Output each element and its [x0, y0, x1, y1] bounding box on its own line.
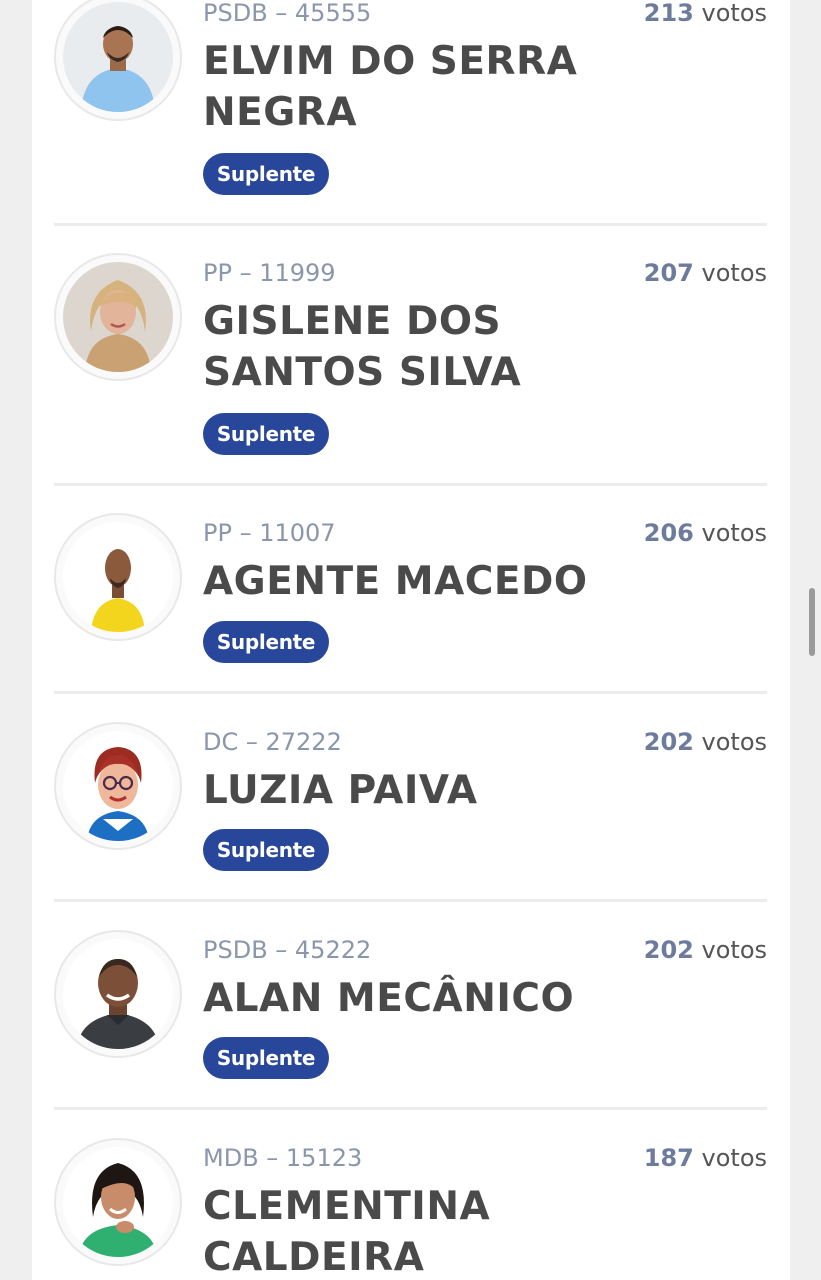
- candidate-votes: 187 votos: [644, 1143, 767, 1173]
- status-badge: Suplente: [203, 621, 329, 663]
- candidate-photo: [63, 1147, 173, 1257]
- divider: [54, 691, 767, 694]
- candidate-name: ELVIM DO SERRA NEGRA: [203, 39, 578, 135]
- candidate-party: MDB – 15123: [203, 1144, 363, 1172]
- candidate-card[interactable]: PSDB – 45555 213 votos ELVIM DO SERRA NE…: [54, 0, 767, 198]
- vote-count: 213: [643, 0, 694, 27]
- candidate-party: DC – 27222: [203, 728, 342, 756]
- candidate-photo: [63, 939, 173, 1049]
- vote-unit: votos: [701, 0, 767, 27]
- status-badge: Suplente: [203, 1037, 329, 1079]
- candidate-avatar-ring: [54, 1138, 182, 1266]
- vote-count: 207: [643, 259, 694, 287]
- candidate-votes: 202 votos: [644, 727, 767, 757]
- candidate-card[interactable]: PSDB – 45222 202 votos ALAN MECÂNICO Sup…: [54, 930, 767, 1085]
- candidate-photo: [63, 731, 173, 841]
- vote-count: 202: [643, 728, 694, 756]
- candidate-name: GISLENE DOS SANTOS SILVA: [203, 299, 522, 395]
- vote-count: 187: [643, 1144, 694, 1172]
- candidate-avatar-ring: [54, 0, 182, 121]
- candidate-name: ALAN MECÂNICO: [203, 976, 575, 1021]
- vote-count: 206: [643, 519, 694, 547]
- candidate-photo: [63, 262, 173, 372]
- candidate-party: PSDB – 45222: [203, 936, 372, 964]
- vote-count: 202: [643, 936, 694, 964]
- candidate-avatar-ring: [54, 722, 182, 850]
- candidate-name: LUZIA PAIVA: [203, 768, 478, 813]
- status-badge: Suplente: [203, 153, 329, 195]
- candidate-name: CLEMENTINA CALDEIRA: [203, 1184, 491, 1280]
- divider: [54, 223, 767, 226]
- candidate-avatar-ring: [54, 253, 182, 381]
- candidate-card[interactable]: MDB – 15123 187 votos CLEMENTINA CALDEIR…: [54, 1138, 767, 1280]
- scrollbar-thumb[interactable]: [809, 588, 815, 656]
- candidate-photo: [63, 2, 173, 112]
- divider: [54, 899, 767, 902]
- status-badge: Suplente: [203, 413, 329, 455]
- candidate-card[interactable]: PP – 11999 207 votos GISLENE DOS SANTOS …: [54, 253, 767, 458]
- divider: [54, 483, 767, 486]
- candidate-avatar-ring: [54, 930, 182, 1058]
- vote-unit: votos: [701, 936, 767, 964]
- candidate-votes: 206 votos: [644, 518, 767, 548]
- vote-unit: votos: [701, 259, 767, 287]
- candidate-card[interactable]: DC – 27222 202 votos LUZIA PAIVA Suplent…: [54, 722, 767, 877]
- candidate-votes: 213 votos: [644, 0, 767, 28]
- candidate-avatar-ring: [54, 513, 182, 641]
- candidate-votes: 202 votos: [644, 935, 767, 965]
- vote-unit: votos: [701, 519, 767, 547]
- candidate-party: PP – 11999: [203, 259, 336, 287]
- candidate-name: AGENTE MACEDO: [203, 559, 588, 604]
- candidate-party: PP – 11007: [203, 519, 336, 547]
- candidates-list: PSDB – 45555 213 votos ELVIM DO SERRA NE…: [32, 0, 790, 1280]
- status-badge: Suplente: [203, 829, 329, 871]
- candidate-card[interactable]: PP – 11007 206 votos AGENTE MACEDO Suple…: [54, 513, 767, 668]
- vote-unit: votos: [701, 728, 767, 756]
- candidate-votes: 207 votos: [644, 258, 767, 288]
- vote-unit: votos: [701, 1144, 767, 1172]
- candidate-party: PSDB – 45555: [203, 0, 372, 27]
- divider: [54, 1107, 767, 1110]
- candidate-photo: [63, 522, 173, 632]
